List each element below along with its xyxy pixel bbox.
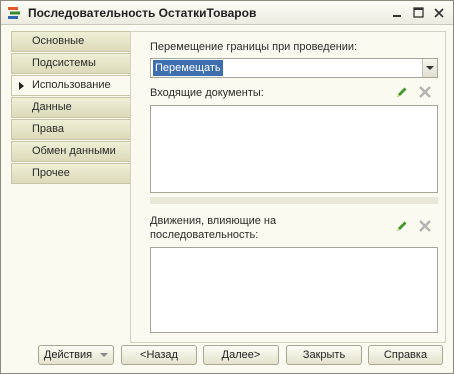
close-button[interactable] bbox=[429, 4, 449, 22]
help-button-label: Справка bbox=[383, 349, 428, 361]
sidebar: Основные Подсистемы Использование Данные… bbox=[11, 31, 130, 343]
chevron-down-icon[interactable] bbox=[422, 59, 437, 77]
boundary-select-value: Перемещать bbox=[153, 60, 223, 76]
sidebar-item-label: Права bbox=[32, 123, 64, 135]
sidebar-item-prochee[interactable]: Прочее bbox=[11, 163, 130, 184]
boundary-label: Перемещение границы при проведении: bbox=[150, 41, 358, 53]
sidebar-item-label: Обмен данными bbox=[32, 145, 116, 157]
sidebar-item-prava[interactable]: Права bbox=[11, 119, 130, 140]
back-button-label: <Назад bbox=[140, 349, 178, 361]
delete-x-icon[interactable] bbox=[418, 85, 432, 99]
main-panel: Перемещение границы при проведении: Пере… bbox=[130, 31, 446, 343]
incoming-documents-list[interactable] bbox=[150, 105, 438, 193]
pencil-icon[interactable] bbox=[395, 85, 409, 99]
splitter[interactable] bbox=[150, 197, 438, 204]
window: Последовательность ОстаткиТоваров Основн… bbox=[0, 0, 454, 374]
maximize-button[interactable] bbox=[408, 4, 428, 22]
actions-button-label: Действия bbox=[43, 349, 93, 361]
sidebar-item-ispolzovanie[interactable]: Использование bbox=[11, 75, 130, 96]
boundary-select[interactable]: Перемещать bbox=[150, 58, 438, 78]
back-button[interactable]: <Назад bbox=[121, 345, 197, 365]
next-button[interactable]: Далее> bbox=[203, 345, 279, 365]
minimize-button[interactable] bbox=[387, 4, 407, 22]
sidebar-item-label: Основные bbox=[32, 35, 85, 47]
movements-list[interactable] bbox=[150, 247, 438, 333]
movements-label-line1: Движения, влияющие на bbox=[150, 215, 277, 227]
sidebar-item-podsistemy[interactable]: Подсистемы bbox=[11, 53, 130, 74]
sidebar-item-label: Данные bbox=[32, 101, 72, 113]
minimize-icon bbox=[393, 14, 401, 17]
sidebar-item-obmen-dannymi[interactable]: Обмен данными bbox=[11, 141, 130, 162]
movements-label-line2: последовательность: bbox=[150, 229, 259, 241]
sidebar-item-dannye[interactable]: Данные bbox=[11, 97, 130, 118]
close-button-label: Закрыть bbox=[302, 349, 346, 361]
sidebar-item-label: Подсистемы bbox=[32, 57, 96, 69]
pencil-icon[interactable] bbox=[395, 219, 409, 233]
incoming-documents-label: Входящие документы: bbox=[150, 87, 264, 99]
close-dialog-button[interactable]: Закрыть bbox=[286, 345, 362, 365]
active-marker-icon bbox=[19, 82, 24, 90]
chevron-down-icon bbox=[100, 353, 109, 357]
title-bar[interactable]: Последовательность ОстаткиТоваров bbox=[1, 1, 453, 25]
next-button-label: Далее> bbox=[221, 349, 261, 361]
sidebar-item-label: Использование bbox=[32, 79, 111, 91]
delete-x-icon[interactable] bbox=[418, 219, 432, 233]
sequence-icon bbox=[8, 6, 20, 19]
help-button[interactable]: Справка bbox=[368, 345, 443, 365]
close-icon bbox=[434, 7, 444, 18]
maximize-icon bbox=[412, 7, 424, 18]
actions-button[interactable]: Действия bbox=[38, 345, 114, 365]
sidebar-item-label: Прочее bbox=[32, 167, 70, 179]
window-title: Последовательность ОстаткиТоваров bbox=[28, 5, 257, 20]
sidebar-item-osnovnye[interactable]: Основные bbox=[11, 31, 130, 52]
